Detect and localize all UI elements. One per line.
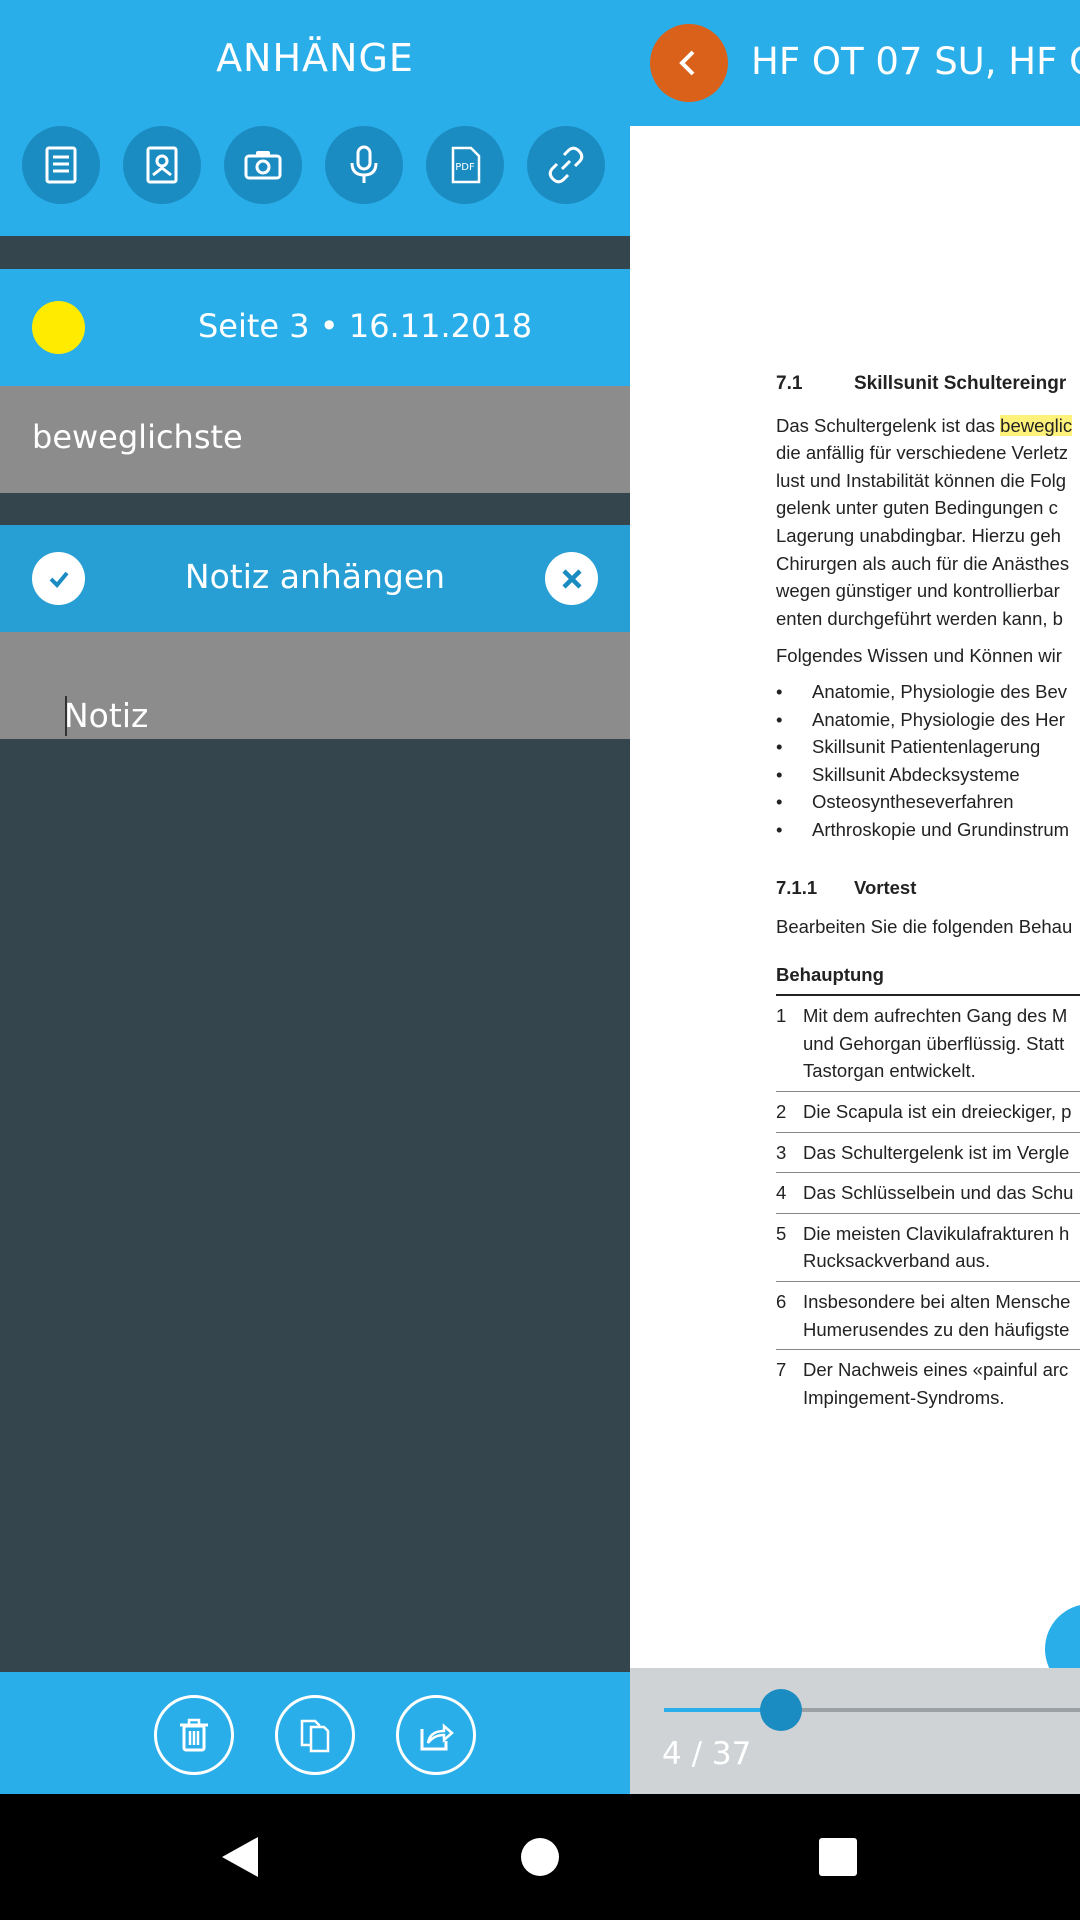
document-page[interactable]: 7.1 Skillsunit Schultereingr Das Schulter… <box>776 370 1080 1417</box>
add-audio-button[interactable] <box>325 126 403 204</box>
pdf-label: PDF <box>455 162 475 173</box>
row-text: Die meisten Clavikulafrakturen h Rucksac… <box>803 1222 1070 1272</box>
nav-back-icon <box>222 1837 258 1877</box>
note-input-value[interactable]: Notiz <box>64 696 148 735</box>
intro-text: Das Schultergelenk ist das <box>776 414 1001 436</box>
page-slider-thumb[interactable] <box>760 1689 802 1731</box>
row-text: Das Schultergelenk ist im Vergle <box>803 1141 1070 1163</box>
row-text: Mit dem aufrechten Gang des M und Gehorg… <box>803 1005 1068 1082</box>
pdf-icon: PDF <box>451 146 481 184</box>
table-row: 4 Das Schlüsselbein und das Schu <box>776 1173 1080 1214</box>
table-row: 7 Der Nachweis eines «painful arc Impinge… <box>776 1350 1080 1417</box>
table-row: 2 Die Scapula ist ein dreieckiger, p <box>776 1092 1080 1133</box>
annotation-card-header[interactable]: Seite 3 • 16.11.2018 <box>0 269 630 386</box>
table-header: Behauptung <box>776 961 1080 997</box>
annotation-page-date: Seite 3 • 16.11.2018 <box>197 307 533 345</box>
subsection-heading: 7.1.1 Vortest <box>776 874 1080 902</box>
nav-recents-button[interactable] <box>778 1794 898 1920</box>
share-icon <box>420 1723 454 1751</box>
list-item: Skillsunit Patientenlagerung <box>776 733 1080 761</box>
link-icon <box>548 146 584 184</box>
row-number: 1 <box>776 1005 787 1027</box>
list-item: Anatomie, Physiologie des Her <box>776 706 1080 734</box>
prerequisite-list: Anatomie, Physiologie des Bev Anatomie, … <box>776 678 1080 844</box>
note-title: Notiz anhängen <box>184 557 446 596</box>
table-row: 1 Mit dem aufrechten Gang des M und Gehor… <box>776 996 1080 1093</box>
page-slider-area: 4 / 37 <box>630 1668 1080 1794</box>
back-button[interactable] <box>650 24 728 102</box>
subsection-title: Vortest <box>854 876 917 898</box>
table-row: 3 Das Schultergelenk ist im Vergle <box>776 1133 1080 1174</box>
add-pdf-button[interactable]: PDF <box>426 126 504 204</box>
intro-paragraph: Das Schultergelenk ist das beweglic die … <box>776 412 1080 633</box>
table-row: 6 Insbesondere bei alten Mensche Humeruse… <box>776 1282 1080 1351</box>
camera-icon <box>244 151 282 180</box>
add-image-button[interactable] <box>123 126 201 204</box>
attachments-footer <box>0 1672 630 1794</box>
note-icon <box>45 146 77 184</box>
share-button[interactable] <box>396 1695 476 1775</box>
intro-lines: die anfällig für verschiedene Verletz lu… <box>776 442 1070 629</box>
attachments-title: ANHÄNGE <box>216 36 414 80</box>
list-item: Arthroskopie und Grundinstrum <box>776 816 1080 844</box>
document-viewer: HF OT 07 SU, HF OT 7.1 Skillsunit Schulte… <box>630 0 1080 1794</box>
row-number: 2 <box>776 1101 787 1123</box>
add-link-button[interactable] <box>527 126 605 204</box>
nav-home-icon <box>521 1838 559 1876</box>
nav-home-button[interactable] <box>480 1794 600 1920</box>
section-heading: 7.1 Skillsunit Schultereingr <box>776 370 1080 398</box>
row-text: Insbesondere bei alten Mensche Humerusen… <box>803 1291 1071 1340</box>
row-text: Das Schlüsselbein und das Schu <box>803 1182 1074 1204</box>
list-item: Osteosyntheseverfahren <box>776 788 1080 816</box>
document-title: HF OT 07 SU, HF OT <box>751 40 1080 83</box>
microphone-icon <box>350 145 378 183</box>
delete-button[interactable] <box>154 1695 234 1775</box>
cancel-note-button[interactable] <box>545 552 598 605</box>
page-indicator: 4 / 37 <box>662 1736 752 1772</box>
add-note-button[interactable] <box>22 126 100 204</box>
system-navigation-bar <box>0 1794 1080 1920</box>
copy-icon <box>300 1719 330 1753</box>
section-number: 7.1 <box>776 373 803 394</box>
task-intro: Bearbeiten Sie die folgenden Behau <box>776 916 1073 938</box>
subsection-number: 7.1.1 <box>776 876 818 898</box>
highlighted-text-box: beweglichste <box>0 386 630 493</box>
section-title: Skillsunit Schultereingr <box>854 373 1067 394</box>
highlighted-text: beweglichste <box>32 418 243 456</box>
nav-back-button[interactable] <box>180 1794 300 1920</box>
list-item: Anatomie, Physiologie des Bev <box>776 678 1080 706</box>
note-header: Notiz anhängen <box>0 525 630 632</box>
knowledge-intro: Folgendes Wissen und Können wir <box>776 645 1062 667</box>
row-text: Der Nachweis eines «painful arc Impingem… <box>803 1359 1069 1408</box>
copy-button[interactable] <box>275 1695 355 1775</box>
viewer-header: HF OT 07 SU, HF OT <box>630 0 1080 126</box>
row-number: 3 <box>776 1141 787 1163</box>
chevron-left-icon <box>679 50 695 76</box>
highlighted-word[interactable]: beweglic <box>1000 414 1073 436</box>
row-number: 7 <box>776 1359 787 1381</box>
trash-icon <box>180 1718 208 1752</box>
attachments-header: ANHÄNGE PDF <box>0 0 630 236</box>
attachments-panel: ANHÄNGE PDF Seite 3 • 16.11.2018 bewegli… <box>0 0 630 1794</box>
image-icon <box>146 146 178 184</box>
text-caret <box>65 696 67 736</box>
row-number: 4 <box>776 1182 787 1204</box>
nav-recents-icon <box>819 1838 857 1876</box>
add-photo-button[interactable] <box>224 126 302 204</box>
note-input[interactable]: Notiz <box>0 632 630 739</box>
list-item: Skillsunit Abdecksysteme <box>776 761 1080 789</box>
row-text: Die Scapula ist ein dreieckiger, p <box>803 1101 1072 1123</box>
row-number: 5 <box>776 1222 787 1244</box>
row-number: 6 <box>776 1291 787 1313</box>
table-row: 5 Die meisten Clavikulafrakturen h Rucksa… <box>776 1214 1080 1283</box>
close-icon <box>561 568 582 589</box>
